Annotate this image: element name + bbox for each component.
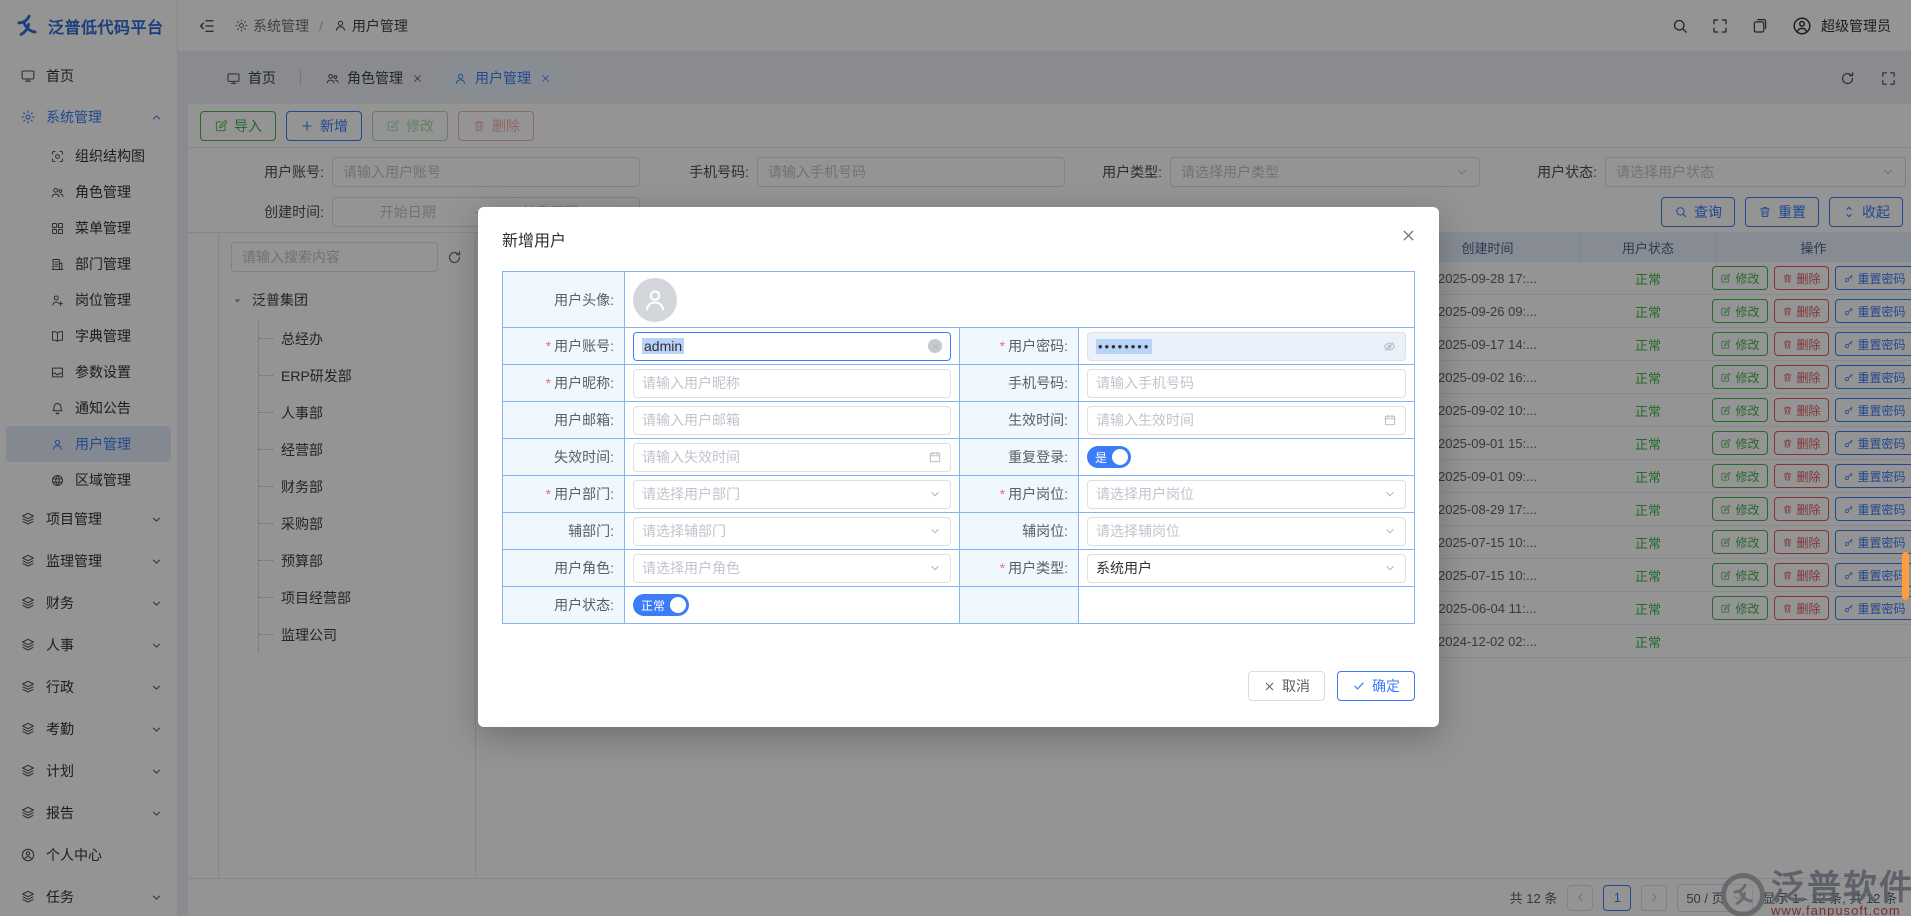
status-cell: 正常 [625, 587, 960, 624]
modal-title: 新增用户 [502, 227, 566, 251]
status-label: 用户状态: [503, 587, 625, 624]
check-icon [1352, 679, 1366, 693]
repeat-login-cell: 是 [1079, 439, 1415, 476]
expire-time-input[interactable]: 请输入失效时间 [633, 443, 951, 472]
avatar-label: 用户头像: [503, 272, 625, 328]
user-type-cell: 系统用户 [1079, 550, 1415, 587]
empty-value-cell [1079, 587, 1415, 624]
aux-position-cell: 请选择辅岗位 [1079, 513, 1415, 550]
account-input[interactable]: admin [633, 332, 951, 361]
chevron-down-icon [928, 487, 942, 501]
chevron-down-icon [928, 524, 942, 538]
scrollbar-thumb-orange[interactable] [1902, 552, 1909, 600]
department-cell: 请选择用户部门 [625, 476, 960, 513]
email-label: 用户邮箱: [503, 402, 625, 439]
repeat-login-toggle[interactable]: 是 [1087, 446, 1131, 468]
close-icon [931, 342, 940, 351]
phone-label: 手机号码: [960, 365, 1079, 402]
department-select[interactable]: 请选择用户部门 [633, 480, 951, 509]
chevron-down-icon [1383, 524, 1397, 538]
person-icon [640, 285, 670, 315]
aux-department-select[interactable]: 请选择辅部门 [633, 517, 951, 546]
aux-position-label: 辅岗位: [960, 513, 1079, 550]
role-cell: 请选择用户角色 [625, 550, 960, 587]
position-select[interactable]: 请选择用户岗位 [1087, 480, 1406, 509]
repeat-login-label: 重复登录: [960, 439, 1079, 476]
expire-time-label: 失效时间: [503, 439, 625, 476]
empty-label-cell [960, 587, 1079, 624]
position-cell: 请选择用户岗位 [1079, 476, 1415, 513]
aux-department-cell: 请选择辅部门 [625, 513, 960, 550]
account-cell: admin [625, 328, 960, 365]
password-label: *用户密码: [960, 328, 1079, 365]
account-label: *用户账号: [503, 328, 625, 365]
expire-time-cell: 请输入失效时间 [625, 439, 960, 476]
calendar-icon [1383, 413, 1397, 427]
email-cell: 请输入用户邮箱 [625, 402, 960, 439]
user-type-label: *用户类型: [960, 550, 1079, 587]
modal-footer: 取消 确定 [1248, 671, 1415, 701]
avatar-upload[interactable] [633, 278, 677, 322]
add-user-modal: 新增用户 用户头像: *用户账号: admin *用户密码: [478, 207, 1439, 727]
aux-department-label: 辅部门: [503, 513, 625, 550]
app-root: 泛普低代码平台 首页系统管理组织结构图角色管理菜单管理部门管理岗位管理字典管理参… [0, 0, 1911, 916]
password-input[interactable]: •••••••• [1087, 332, 1406, 361]
close-icon [1263, 680, 1276, 693]
add-user-form: 用户头像: *用户账号: admin *用户密码: •••••••• [502, 271, 1415, 624]
nickname-input[interactable]: 请输入用户昵称 [633, 369, 951, 398]
clear-icon[interactable] [928, 339, 942, 353]
effective-time-input[interactable]: 请输入生效时间 [1087, 406, 1406, 435]
effective-time-label: 生效时间: [960, 402, 1079, 439]
close-icon[interactable] [1400, 227, 1417, 244]
nickname-cell: 请输入用户昵称 [625, 365, 960, 402]
chevron-down-icon [928, 561, 942, 575]
user-type-select[interactable]: 系统用户 [1087, 554, 1406, 583]
password-cell: •••••••• [1079, 328, 1415, 365]
calendar-icon [928, 450, 942, 464]
role-select[interactable]: 请选择用户角色 [633, 554, 951, 583]
phone-input[interactable]: 请输入手机号码 [1087, 369, 1406, 398]
effective-time-cell: 请输入生效时间 [1079, 402, 1415, 439]
email-input[interactable]: 请输入用户邮箱 [633, 406, 951, 435]
cancel-button[interactable]: 取消 [1248, 671, 1325, 701]
position-label: *用户岗位: [960, 476, 1079, 513]
status-toggle[interactable]: 正常 [633, 594, 689, 616]
aux-position-select[interactable]: 请选择辅岗位 [1087, 517, 1406, 546]
eye-off-icon[interactable] [1382, 339, 1397, 354]
avatar-cell [625, 272, 1415, 328]
chevron-down-icon [1383, 561, 1397, 575]
confirm-button[interactable]: 确定 [1337, 671, 1415, 701]
phone-cell: 请输入手机号码 [1079, 365, 1415, 402]
chevron-down-icon [1383, 487, 1397, 501]
department-label: *用户部门: [503, 476, 625, 513]
nickname-label: *用户昵称: [503, 365, 625, 402]
role-label: 用户角色: [503, 550, 625, 587]
